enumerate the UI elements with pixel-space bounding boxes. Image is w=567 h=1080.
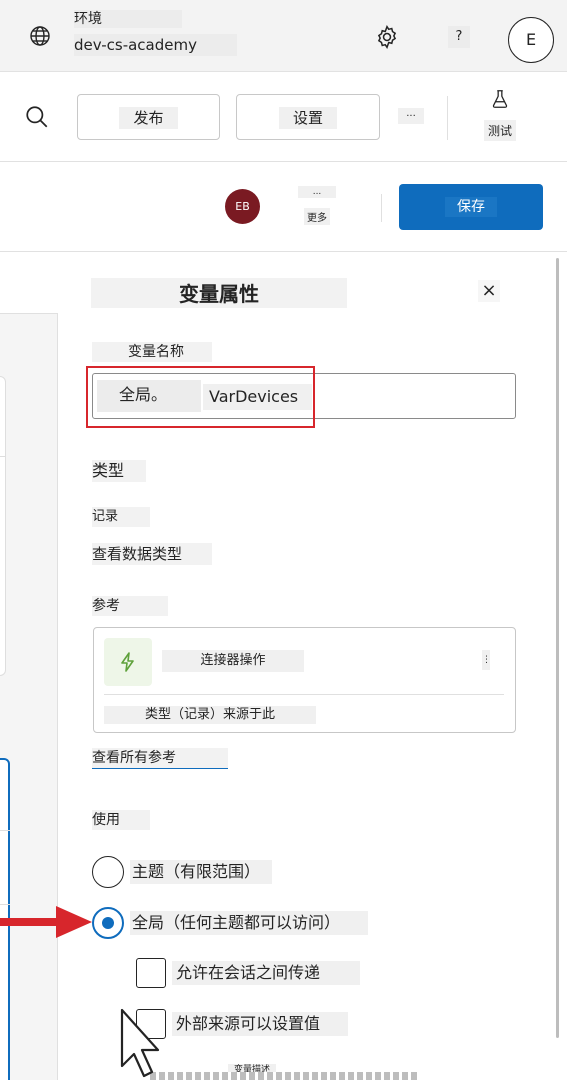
close-icon[interactable]: × <box>478 280 500 302</box>
usage-label: 使用 <box>92 810 150 830</box>
collaborator-avatar[interactable]: EB <box>225 189 260 224</box>
checkbox-pass-sessions-label: 允许在会话之间传递 <box>172 961 361 985</box>
publish-button-label: 发布 <box>119 106 178 129</box>
environment-name[interactable]: dev-cs-academy <box>74 34 237 56</box>
environment-bar: 环境 dev-cs-academy ? E <box>0 0 567 72</box>
reference-source-text: 类型（记录）来源于此 <box>104 706 316 724</box>
test-button[interactable]: 测试 <box>478 88 522 148</box>
description-field-partial[interactable] <box>150 1072 420 1080</box>
radio-global-label: 全局（任何主题都可以访问） <box>130 911 369 935</box>
radio-global[interactable] <box>92 907 124 939</box>
gear-icon[interactable] <box>374 24 400 50</box>
checkbox-external-sources-label: 外部来源可以设置值 <box>172 1012 349 1036</box>
panel-title: 变量属性 <box>91 278 347 308</box>
command-divider <box>447 96 448 140</box>
save-divider <box>381 194 382 222</box>
save-button[interactable]: 保存 <box>399 184 543 230</box>
variable-name-label: 变量名称 <box>92 342 212 362</box>
canvas-header <box>0 252 58 314</box>
settings-button[interactable]: 设置 <box>236 94 380 140</box>
more-button[interactable]: ... 更多 <box>298 186 336 232</box>
checkbox-pass-sessions-box[interactable] <box>136 958 166 988</box>
variable-properties-panel: 变量属性 × 变量名称 全局。 VarDevices 类型 记录 查看数据类型 … <box>58 252 567 1080</box>
type-label: 类型 <box>92 460 147 482</box>
help-icon[interactable]: ? <box>448 26 470 48</box>
lightning-icon <box>121 652 134 672</box>
canvas-node-divider <box>0 830 10 831</box>
authoring-canvas[interactable] <box>0 252 58 1080</box>
view-data-type-link[interactable]: 查看数据类型 <box>92 543 213 565</box>
connector-icon-tile <box>104 638 152 686</box>
user-avatar[interactable]: E <box>508 17 554 63</box>
reference-menu-icon[interactable]: ⋮ <box>482 650 491 670</box>
panel-scrollbar[interactable] <box>556 258 559 1038</box>
view-all-references-link[interactable]: 查看所有参考 <box>92 748 228 769</box>
reference-divider <box>104 694 504 695</box>
command-bar: 发布 设置 ... 测试 <box>0 72 567 162</box>
radio-topic-label: 主题（有限范围） <box>130 860 273 884</box>
reference-name[interactable]: 连接器操作 <box>162 650 304 672</box>
save-bar: EB ... 更多 保存 <box>0 162 567 252</box>
canvas-node-card[interactable] <box>0 376 6 676</box>
environment-label: 环境 <box>74 10 182 28</box>
save-button-label: 保存 <box>445 197 497 217</box>
flask-icon <box>492 90 508 108</box>
settings-button-label: 设置 <box>278 106 337 129</box>
mouse-cursor-icon <box>120 1008 160 1078</box>
search-icon[interactable] <box>24 104 50 130</box>
type-value: 记录 <box>92 507 151 527</box>
more-dots-icon: ... <box>298 186 336 198</box>
references-label: 参考 <box>92 596 168 616</box>
more-commands-button[interactable]: ... <box>398 108 424 124</box>
test-label: 测试 <box>483 120 516 141</box>
publish-button[interactable]: 发布 <box>77 94 220 140</box>
annotation-arrow-icon <box>0 906 92 938</box>
annotation-highlight-box <box>86 366 315 428</box>
canvas-node-divider <box>0 456 6 457</box>
globe-icon[interactable] <box>28 24 52 48</box>
radio-topic[interactable] <box>92 856 124 888</box>
reference-card[interactable]: 连接器操作 ⋮ 类型（记录）来源于此 <box>93 627 516 733</box>
more-label: 更多 <box>304 208 330 225</box>
